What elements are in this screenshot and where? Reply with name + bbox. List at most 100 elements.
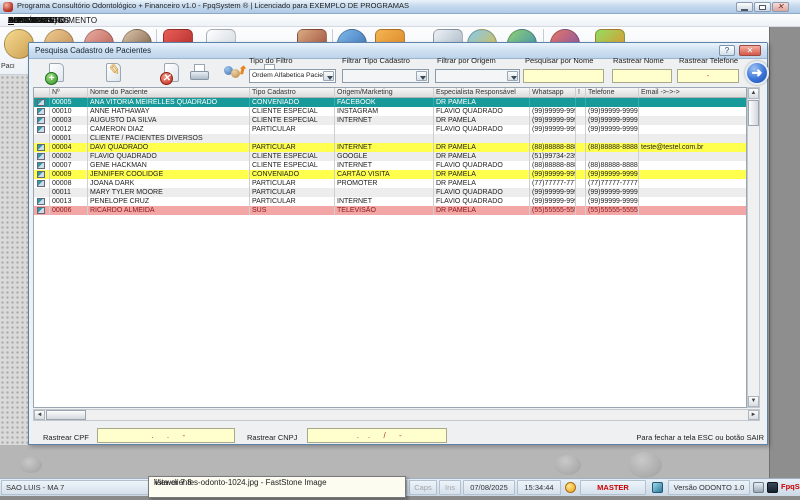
- patient-photo-icon: [37, 198, 45, 205]
- close-hint: Para fechar a tela ESC ou botão SAIR: [484, 433, 764, 442]
- col-email[interactable]: Email ->->->: [639, 88, 746, 98]
- patient-photo-icon: [37, 108, 45, 115]
- add-patient-button[interactable]: +: [44, 62, 70, 86]
- clown-icon: [565, 482, 576, 493]
- printer-icon: [753, 482, 764, 493]
- patient-photo-icon: [37, 99, 45, 106]
- col-telefone[interactable]: Telefone: [586, 88, 639, 98]
- app-title-bar: Programa Consultório Odontológico + Fina…: [0, 0, 800, 14]
- table-row[interactable]: 00002FLAVIO QUADRADOCLIENTE ESPECIALGOOG…: [34, 152, 746, 161]
- rastrear-nome-input[interactable]: [612, 69, 672, 83]
- background-blob: [555, 455, 581, 475]
- horizontal-scrollbar[interactable]: ◄ ►: [33, 409, 760, 421]
- scroll-up-icon[interactable]: ▲: [748, 88, 759, 99]
- minimize-button[interactable]: [736, 2, 753, 12]
- patient-photo-icon: [37, 144, 45, 151]
- menu-ajuda[interactable]: AJUDA: [0, 14, 37, 25]
- transfer-patients-button[interactable]: ⬆: [221, 62, 247, 86]
- pesquisar-nome-input[interactable]: [523, 69, 604, 83]
- background-blob: [628, 452, 662, 478]
- help-button[interactable]: ?: [719, 45, 735, 56]
- table-row[interactable]: 00004DAVI QUADRADOPARTICULARINTERNETDR P…: [34, 143, 746, 152]
- chevron-down-icon: [416, 71, 427, 81]
- background-blob: [20, 457, 42, 473]
- horizontal-scroll-thumb[interactable]: [46, 410, 86, 420]
- table-row[interactable]: 00006RICARDO ALMEIDASUSTELEVISÃODR PAMEL…: [34, 206, 746, 215]
- col-numero[interactable]: Nº: [50, 88, 88, 98]
- table-row[interactable]: 00011MARY TYLER MOOREPARTICULARFLAVIO QU…: [34, 188, 746, 197]
- table-row[interactable]: 00012CAMERON DIAZPARTICULARFLAVIO QUADRA…: [34, 125, 746, 134]
- rastrear-nome-label: Rastrear Nome: [613, 56, 664, 65]
- col-whatsapp[interactable]: Whatsapp: [530, 88, 576, 98]
- x-icon: ✕: [160, 72, 173, 85]
- status-date: 07/08/2025: [463, 480, 515, 495]
- table-row[interactable]: 00003AUGUSTO DA SILVACLIENTE ESPECIALINT…: [34, 116, 746, 125]
- vertical-scroll-thumb[interactable]: [748, 100, 759, 126]
- scroll-down-icon[interactable]: ▼: [748, 396, 759, 407]
- table-row[interactable]: 00010ANNE HATHAWAYCLIENTE ESPECIALINSTAG…: [34, 107, 746, 116]
- patient-photo-icon: [37, 171, 45, 178]
- table-row[interactable]: 00001CLIENTE / PACIENTES DIVERSOS: [34, 134, 746, 143]
- table-row[interactable]: 00013PENELOPE CRUZPARTICULARINTERNETFLAV…: [34, 197, 746, 206]
- status-version: Versão ODONTO 1.0: [668, 480, 750, 495]
- col-origem[interactable]: Origem/Marketing: [335, 88, 434, 98]
- mdi-background-texture: [0, 75, 28, 445]
- status-brand: FpqSystem: [781, 480, 800, 495]
- plus-icon: +: [45, 72, 58, 85]
- patient-photo-icon: [37, 162, 45, 169]
- up-arrow-icon: ⬆: [237, 64, 246, 77]
- mdi-right-background: [769, 27, 800, 478]
- col-nome[interactable]: Nome do Paciente: [88, 88, 250, 98]
- table-row[interactable]: 00009JENNIFER COOLIDGECONVENIADOCARTÃO V…: [34, 170, 746, 179]
- rastrear-cnpj-label: Rastrear CNPJ: [247, 433, 297, 442]
- status-caps: Caps: [409, 480, 437, 495]
- delete-patient-button[interactable]: ✕: [159, 62, 185, 86]
- status-ins: Ins: [439, 480, 461, 495]
- mdi-background: [0, 445, 769, 478]
- rastrear-cpf-input[interactable]: . . -: [97, 428, 235, 443]
- pesquisar-nome-label: Pesquisar por Nome: [525, 56, 593, 65]
- tipo-filtro-select[interactable]: Ordem Alfabetica Paciente: [249, 69, 336, 83]
- table-row[interactable]: 00007GENE HACKMANCLIENTE ESPECIALINTERNE…: [34, 161, 746, 170]
- filtrar-tipo-cadastro-select[interactable]: [342, 69, 429, 83]
- patient-photo-icon: [37, 153, 45, 160]
- col-tipo-cadastro[interactable]: Tipo Cadastro: [250, 88, 335, 98]
- table-row[interactable]: 00008JOANA DARKPARTICULARPROMOTERDR PAME…: [34, 179, 746, 188]
- scroll-left-icon[interactable]: ◄: [34, 410, 45, 420]
- restore-button[interactable]: [754, 2, 771, 12]
- chevron-down-icon: [323, 71, 334, 81]
- scroll-right-icon[interactable]: ►: [748, 410, 759, 420]
- patient-photo-icon: [37, 180, 45, 187]
- window-close-button[interactable]: ✕: [739, 45, 761, 56]
- filtrar-origem-select[interactable]: [435, 69, 520, 83]
- status-user: MASTER: [580, 480, 646, 495]
- edit-patient-button[interactable]: ✎: [101, 62, 127, 86]
- col-especialista[interactable]: Especialista Responsável: [434, 88, 530, 98]
- tipo-filtro-label: Tipo do Filtro: [249, 56, 293, 65]
- chevron-down-icon: [507, 71, 518, 81]
- rastrear-telefone-label: Rastrear Telefone: [679, 56, 738, 65]
- table-row[interactable]: 00005ANA VITORIA MEIRELLES QUADRADOCONVE…: [34, 98, 746, 107]
- rastrear-telefone-input[interactable]: -: [677, 69, 739, 83]
- tooltip: lista-clientes-odonto-1024.jpg - FastSto…: [148, 476, 406, 498]
- window-title: Pesquisa Cadastro de Pacientes: [35, 46, 151, 55]
- patient-photo-icon: [37, 207, 45, 214]
- vertical-scrollbar[interactable]: ▲ ▼: [747, 87, 760, 408]
- grid-header: Nº Nome do Paciente Tipo Cadastro Origem…: [34, 88, 746, 98]
- rastrear-cpf-label: Rastrear CPF: [43, 433, 89, 442]
- col-alerta[interactable]: !: [576, 88, 586, 98]
- print-list-button[interactable]: [187, 62, 213, 86]
- network-icon: [652, 482, 663, 493]
- patient-photo-icon: [37, 126, 45, 133]
- filtrar-tipo-cadastro-label: Filtrar Tipo Cadastro: [342, 56, 410, 65]
- tooltip-line2: Viewer 7.8: [154, 478, 192, 488]
- app-icon: [3, 2, 13, 12]
- tipo-filtro-value: Ordem Alfabetica Paciente: [252, 72, 332, 79]
- rastrear-cnpj-input[interactable]: . . / -: [307, 428, 447, 443]
- pencil-icon: ✎: [107, 61, 120, 79]
- col-icon[interactable]: [34, 88, 50, 98]
- search-go-button[interactable]: ➜: [745, 61, 769, 85]
- close-button[interactable]: ✕: [772, 2, 789, 12]
- screen: Programa Consultório Odontológico + Fina…: [0, 0, 800, 500]
- app-title: Programa Consultório Odontológico + Fina…: [17, 1, 409, 10]
